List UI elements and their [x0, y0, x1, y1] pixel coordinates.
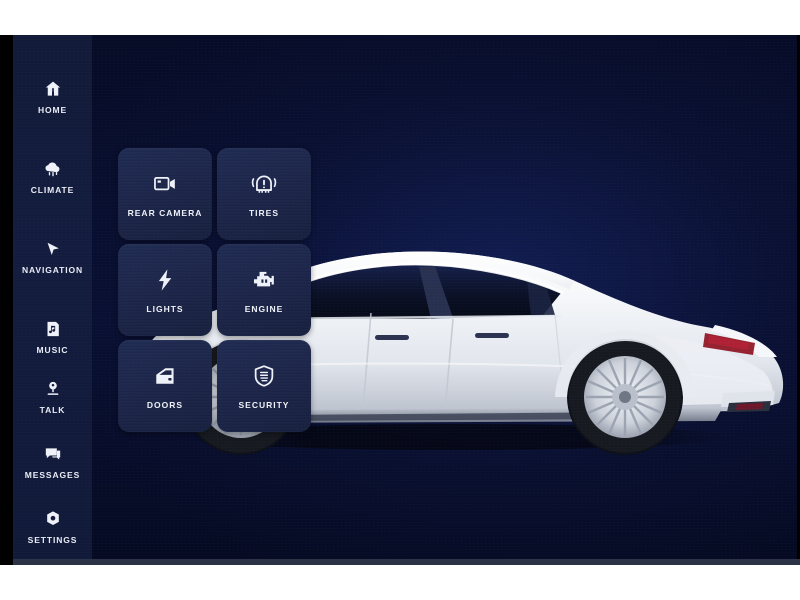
sidebar-item-label: SETTINGS — [27, 535, 78, 545]
tile-label: REAR CAMERA — [127, 207, 203, 218]
tile-label: ENGINE — [244, 303, 284, 314]
screenshot-root: HOME CLIMATE NAVIGATION MUSIC TALK MESSA… — [0, 0, 800, 600]
sidebar-item-label: CLIMATE — [30, 185, 75, 195]
shield-icon — [251, 363, 277, 389]
sidebar-item-settings[interactable]: SETTINGS — [13, 509, 92, 561]
tile-label: SECURITY — [238, 399, 290, 410]
sidebar-item-label: NAVIGATION — [21, 265, 84, 275]
tile-security[interactable]: SECURITY — [217, 340, 311, 432]
tile-label: DOORS — [146, 399, 184, 410]
sidebar-item-label: MUSIC — [36, 345, 69, 355]
cloud-rain-icon — [43, 159, 63, 179]
car-door-icon — [152, 363, 178, 389]
gear-icon — [43, 509, 63, 529]
left-bezel — [0, 35, 13, 565]
sidebar-item-label: MESSAGES — [24, 470, 81, 480]
lightning-bolt-icon — [152, 267, 178, 293]
microphone-icon — [43, 379, 63, 399]
sidebar-item-climate[interactable]: CLIMATE — [13, 159, 92, 211]
control-tile-grid: REAR CAMERA TIRES LIGHTS ENGINE DOORS SE… — [118, 148, 318, 448]
tile-doors[interactable]: DOORS — [118, 340, 212, 432]
sidebar-item-label: TALK — [39, 405, 66, 415]
music-note-icon — [43, 319, 63, 339]
video-camera-icon — [152, 171, 178, 197]
sidebar-item-navigation[interactable]: NAVIGATION — [13, 239, 92, 291]
tile-label: TIRES — [248, 207, 280, 218]
sidebar-item-music[interactable]: MUSIC — [13, 319, 92, 371]
sidebar-item-home[interactable]: HOME — [13, 79, 92, 131]
tire-pressure-warning-icon — [251, 171, 277, 197]
infotainment-screen: HOME CLIMATE NAVIGATION MUSIC TALK MESSA… — [13, 35, 800, 565]
navigation-cursor-icon — [43, 239, 63, 259]
tile-label: LIGHTS — [146, 303, 184, 314]
chat-bubbles-icon — [43, 444, 63, 464]
tile-engine[interactable]: ENGINE — [217, 244, 311, 336]
home-icon — [43, 79, 63, 99]
device-frame: HOME CLIMATE NAVIGATION MUSIC TALK MESSA… — [0, 35, 800, 565]
sidebar-item-label: HOME — [37, 105, 68, 115]
check-engine-icon — [251, 267, 277, 293]
tile-lights[interactable]: LIGHTS — [118, 244, 212, 336]
sidebar-item-talk[interactable]: TALK — [13, 379, 92, 431]
sidebar-item-messages[interactable]: MESSAGES — [13, 444, 92, 496]
tile-tires[interactable]: TIRES — [217, 148, 311, 240]
sidebar: HOME CLIMATE NAVIGATION MUSIC TALK MESSA… — [13, 35, 92, 565]
bottom-bezel — [13, 559, 800, 565]
tile-rear-camera[interactable]: REAR CAMERA — [118, 148, 212, 240]
